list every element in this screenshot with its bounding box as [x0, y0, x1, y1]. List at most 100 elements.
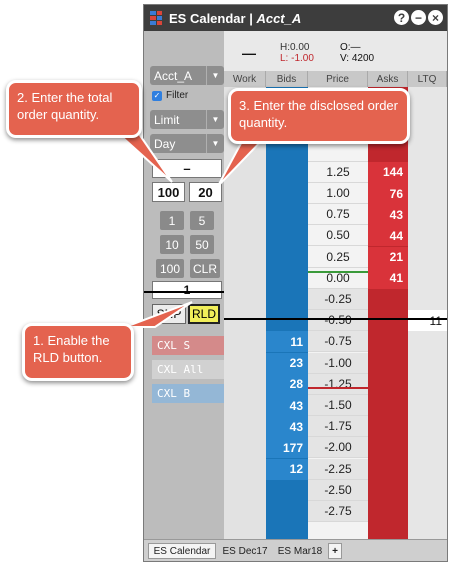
ask-cell[interactable]: 76 [368, 183, 408, 204]
price-column[interactable]: 1.25 1.00 0.75 0.50 0.25 0.00 -0.25 -0.50 -0.75-… [308, 87, 368, 539]
title-bar[interactable]: ES Calendar | Acct_A ? − × [144, 5, 447, 31]
default-quantity-field[interactable]: 1 [152, 281, 222, 299]
total-quantity-input[interactable]: 100 [152, 182, 185, 202]
price-cell[interactable]: -2.25 [308, 458, 368, 480]
column-header-ltq[interactable]: LTQ [408, 71, 447, 87]
ask-cell[interactable] [368, 353, 408, 374]
price-cell[interactable]: -0.75 [308, 331, 368, 353]
inside-market-divider-left [144, 291, 224, 293]
cancel-sell-button[interactable]: CXL S [152, 336, 224, 355]
qty-button-1[interactable]: 1 [160, 211, 184, 230]
duration-select[interactable]: Day ▼ [150, 134, 224, 153]
ask-cell[interactable] [368, 395, 408, 416]
disclosed-quantity-input[interactable]: 20 [189, 182, 222, 202]
price-cell[interactable]: 1.25 [308, 162, 368, 183]
filter-checkbox[interactable]: ✓ Filter [152, 90, 188, 101]
bid-cell[interactable] [266, 501, 308, 522]
ask-cell[interactable] [368, 459, 408, 480]
price-cell[interactable]: -1.00 [308, 352, 368, 374]
callout-step-3: 3. Enter the disclosed order quantity. [228, 88, 410, 144]
add-tab-button[interactable]: + [328, 543, 342, 559]
price-field[interactable]: – [152, 159, 222, 178]
volume-value: V: 4200 [340, 53, 375, 64]
account-select-value: Acct_A [154, 68, 193, 83]
asks-column[interactable]: 144 76 43 44 21 41 [368, 87, 408, 539]
ltq-column[interactable]: 11 [408, 87, 447, 539]
bid-cell[interactable] [266, 289, 308, 310]
ask-cell[interactable]: 44 [368, 225, 408, 247]
chevron-down-icon: ▼ [206, 134, 224, 153]
snp-button[interactable]: SNP [152, 304, 186, 324]
price-cell[interactable]: -0.50 [308, 310, 368, 332]
bid-cell[interactable] [266, 247, 308, 268]
price-cell[interactable]: 0.75 [308, 204, 368, 226]
order-type-select[interactable]: Limit ▼ [150, 110, 224, 129]
tab-es-calendar[interactable]: ES Calendar [148, 543, 216, 559]
tab-es-mar18[interactable]: ES Mar18 [273, 543, 327, 559]
cancel-all-button[interactable]: CXL All [152, 360, 224, 379]
bid-cell[interactable]: 177 [266, 437, 308, 459]
price-cell[interactable]: -2.75 [308, 501, 368, 522]
clear-button[interactable]: CLR [190, 259, 220, 278]
price-cell[interactable]: 0.25 [308, 247, 368, 268]
qty-button-50[interactable]: 50 [190, 235, 214, 254]
bid-cell[interactable] [266, 268, 308, 289]
qty-button-10[interactable]: 10 [160, 235, 184, 254]
ask-cell[interactable] [368, 310, 408, 331]
high-value: H:0.00 [280, 42, 310, 53]
ask-cell[interactable]: 43 [368, 204, 408, 226]
ask-cell[interactable] [368, 331, 408, 352]
filter-label: Filter [166, 90, 189, 101]
bid-cell[interactable]: 43 [266, 395, 308, 416]
price-cell[interactable]: -2.00 [308, 437, 368, 459]
rld-button[interactable]: RLD [188, 304, 220, 324]
checkbox-checked-icon: ✓ [152, 90, 162, 101]
tab-es-dec17[interactable]: ES Dec17 [218, 543, 272, 559]
minimize-icon[interactable]: − [411, 10, 426, 25]
work-column[interactable] [224, 87, 266, 539]
close-icon[interactable]: × [428, 10, 443, 25]
ask-cell[interactable] [368, 416, 408, 437]
market-stats: — H:0.00 L: -1.00 O:— V: 4200 [224, 31, 447, 71]
order-entry-panel: Acct_A ▼ ✓ Filter Limit ▼ Day ▼ – 100 20… [144, 31, 224, 539]
bid-cell[interactable]: 11 [266, 331, 308, 353]
qty-button-100[interactable]: 100 [156, 259, 184, 278]
bid-cell[interactable] [266, 225, 308, 246]
price-cell[interactable]: -1.50 [308, 395, 368, 416]
price-cell[interactable]: 1.00 [308, 183, 368, 204]
bid-cell[interactable]: 43 [266, 416, 308, 438]
ask-cell[interactable] [368, 437, 408, 458]
duration-value: Day [154, 136, 176, 151]
qty-button-5[interactable]: 5 [190, 211, 214, 230]
bid-cell[interactable] [266, 310, 308, 331]
ask-cell[interactable]: 144 [368, 161, 408, 183]
bid-cell[interactable]: 12 [266, 458, 308, 480]
price-cell[interactable]: -2.50 [308, 479, 368, 501]
tab-bar: ES Calendar ES Dec17 ES Mar18 + [144, 539, 447, 561]
ask-cell[interactable] [368, 480, 408, 501]
low-value: L: -1.00 [280, 53, 314, 64]
price-cell[interactable]: -1.25 [308, 373, 368, 395]
bid-cell[interactable] [266, 183, 308, 204]
bids-column[interactable]: 11 23 28 43 43 177 12 [266, 87, 308, 539]
ask-cell[interactable]: 41 [368, 267, 408, 289]
ask-cell[interactable] [368, 289, 408, 310]
help-icon[interactable]: ? [394, 10, 409, 25]
stats-dash: — [242, 45, 256, 61]
bid-cell[interactable]: 28 [266, 373, 308, 395]
price-cell[interactable]: 0.50 [308, 225, 368, 247]
ask-cell[interactable] [368, 374, 408, 395]
ask-cell[interactable] [368, 501, 408, 522]
account-select[interactable]: Acct_A ▼ [150, 66, 224, 85]
cancel-buy-button[interactable]: CXL B [152, 384, 224, 403]
bid-cell[interactable] [266, 480, 308, 501]
ask-cell[interactable]: 21 [368, 246, 408, 268]
bid-cell[interactable] [266, 162, 308, 183]
price-cell[interactable]: -1.75 [308, 416, 368, 438]
price-cell[interactable]: -0.25 [308, 289, 368, 310]
chevron-down-icon: ▼ [206, 66, 224, 85]
bid-cell[interactable]: 23 [266, 352, 308, 374]
column-header-work[interactable]: Work [224, 71, 266, 87]
high-marker-line [308, 271, 368, 273]
bid-cell[interactable] [266, 204, 308, 225]
